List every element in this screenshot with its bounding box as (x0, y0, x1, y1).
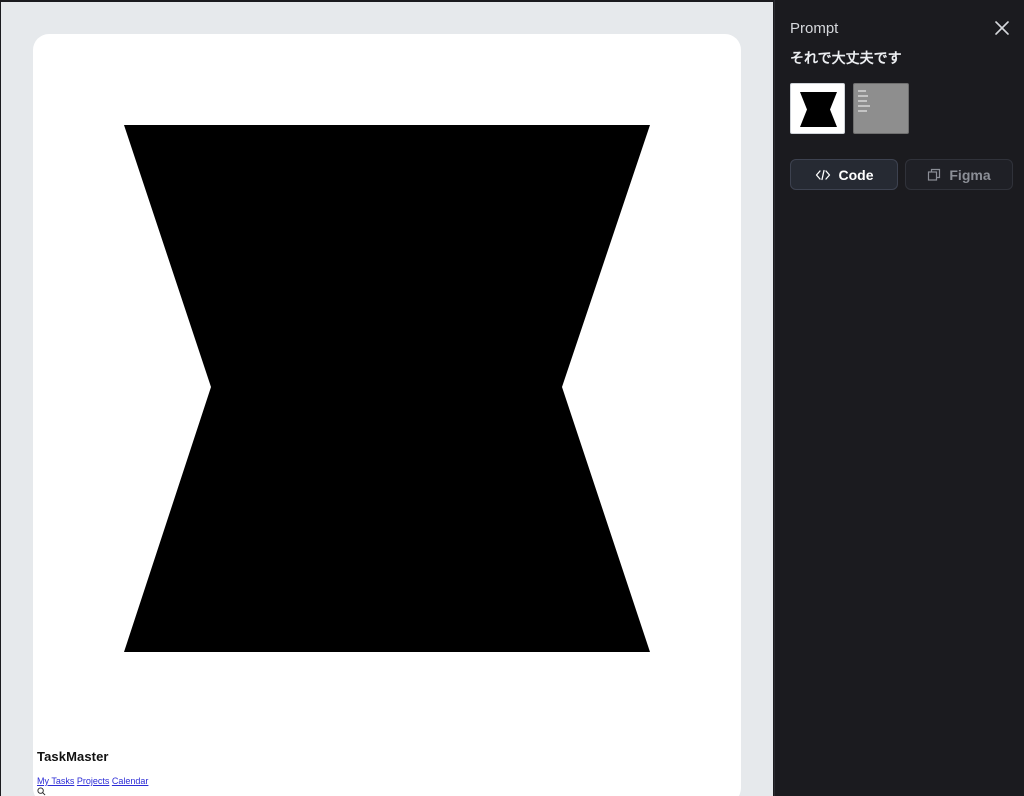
hourglass-shape (124, 125, 650, 652)
close-icon[interactable] (993, 19, 1011, 37)
app-window: TaskMaster My Tasks Projects Calendar Pr… (0, 0, 1024, 796)
panel-title: Prompt (790, 20, 839, 37)
brand-title: TaskMaster (37, 749, 109, 764)
figma-button[interactable]: Figma (905, 159, 1013, 190)
nav-links: My Tasks Projects Calendar (37, 776, 148, 787)
nav-link-projects[interactable]: Projects (77, 776, 110, 786)
thumbnail-line (858, 105, 870, 107)
preview-card: TaskMaster My Tasks Projects Calendar (33, 34, 741, 796)
prompt-text: それで大丈夫です (790, 50, 902, 66)
thumbnail-line (858, 100, 867, 102)
figma-button-label: Figma (949, 166, 991, 183)
code-icon (815, 169, 830, 180)
preview-area: TaskMaster My Tasks Projects Calendar (1, 2, 773, 796)
code-button-label: Code (838, 166, 874, 183)
nav-link-calendar[interactable]: Calendar (112, 776, 149, 786)
search-icon[interactable] (37, 787, 46, 796)
thumbnail-hourglass-icon (800, 92, 837, 127)
thumbnail-line (858, 110, 867, 112)
figma-icon (928, 168, 941, 181)
thumbnail-line (858, 95, 868, 97)
code-button[interactable]: Code (790, 159, 898, 190)
thumbnail-line (858, 90, 866, 92)
thumbnail-document[interactable] (853, 83, 909, 134)
prompt-panel: Prompt それで大丈夫です Code Figma (774, 0, 1024, 796)
nav-link-my-tasks[interactable]: My Tasks (37, 776, 74, 786)
thumbnail-hourglass[interactable] (790, 83, 845, 134)
